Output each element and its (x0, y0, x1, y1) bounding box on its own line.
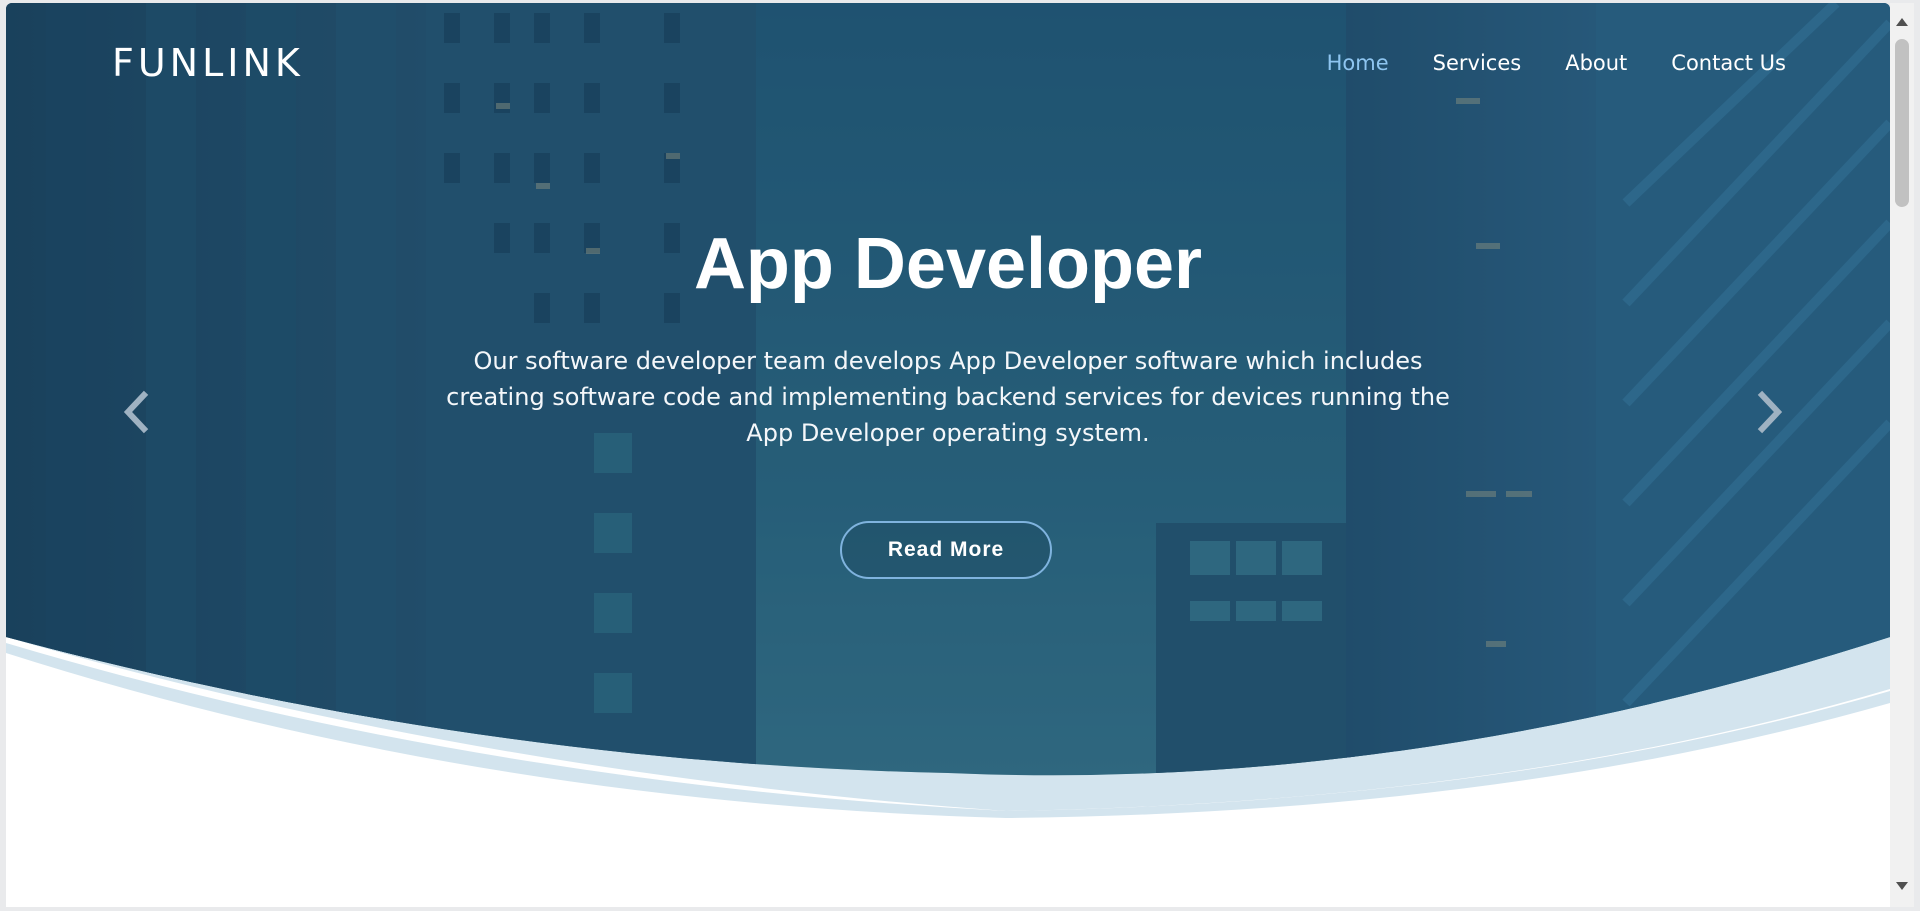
hero-title: App Developer (693, 224, 1203, 304)
nav-item-services[interactable]: Services (1433, 51, 1522, 75)
hero-content: App Developer Our software developer tea… (6, 223, 1890, 451)
nav-item-about[interactable]: About (1565, 51, 1627, 75)
vertical-scrollbar[interactable] (1890, 3, 1914, 907)
browser-viewport: FUNLINK Home Services About Contact Us A… (6, 3, 1890, 907)
read-more-button[interactable]: Read More (840, 521, 1052, 579)
nav-item-contact-us[interactable]: Contact Us (1671, 51, 1786, 75)
site-logo[interactable]: FUNLINK (112, 41, 304, 85)
main-nav: Home Services About Contact Us (1327, 51, 1786, 75)
hero-description: Our software developer team develops App… (446, 347, 1450, 447)
hero-section: FUNLINK Home Services About Contact Us A… (6, 3, 1890, 823)
scroll-down-arrow-icon[interactable] (1895, 879, 1909, 893)
scroll-up-arrow-icon[interactable] (1895, 15, 1909, 29)
top-navbar: FUNLINK Home Services About Contact Us (6, 3, 1890, 123)
scrollbar-thumb[interactable] (1895, 39, 1909, 207)
nav-item-home[interactable]: Home (1327, 51, 1389, 75)
